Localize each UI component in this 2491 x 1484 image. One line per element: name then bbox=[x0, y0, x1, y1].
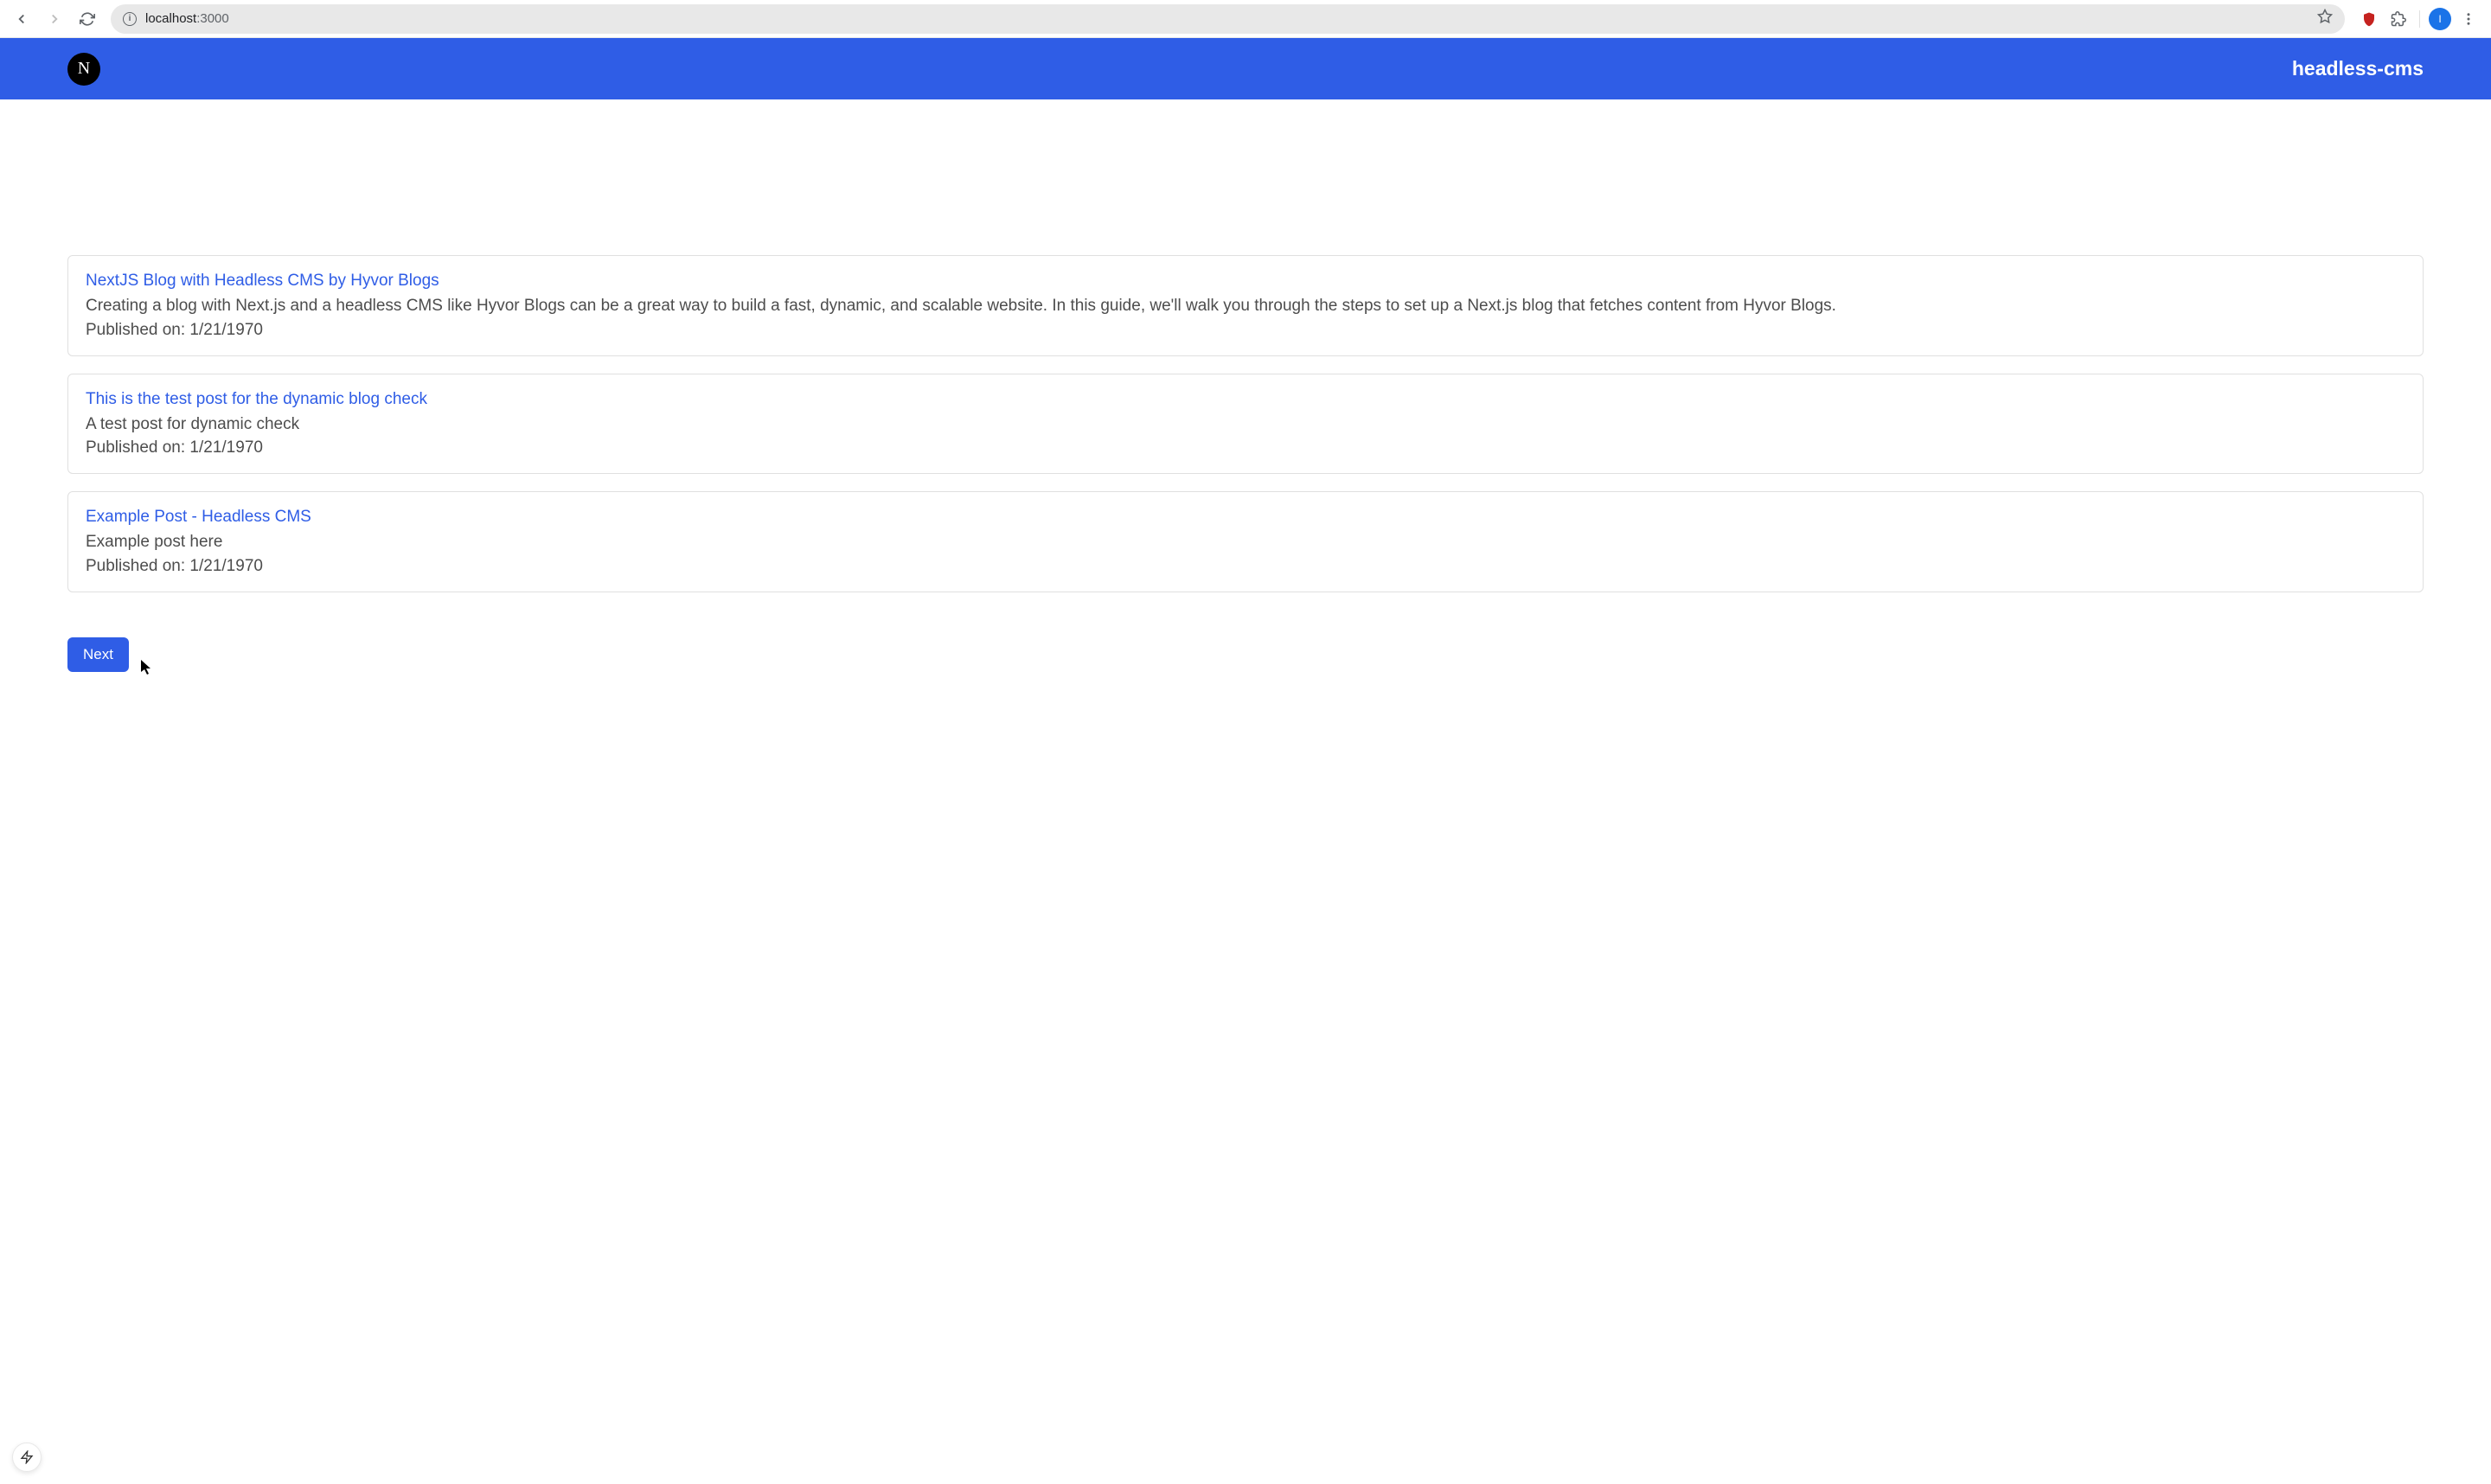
ublock-icon[interactable] bbox=[2357, 7, 2381, 31]
address-bar[interactable]: i localhost:3000 bbox=[111, 4, 2345, 34]
url-text: localhost:3000 bbox=[145, 11, 229, 26]
post-card: NextJS Blog with Headless CMS by Hyvor B… bbox=[67, 255, 2424, 356]
logo-letter: N bbox=[78, 59, 90, 79]
post-card: Example Post - Headless CMS Example post… bbox=[67, 491, 2424, 592]
post-title-link[interactable]: Example Post - Headless CMS bbox=[86, 508, 311, 527]
browser-chrome: i localhost:3000 I bbox=[0, 0, 2491, 38]
separator bbox=[2419, 10, 2420, 28]
chrome-right-controls: I bbox=[2353, 7, 2484, 31]
site-title: headless-cms bbox=[2292, 57, 2424, 80]
nextjs-logo[interactable]: N bbox=[67, 53, 100, 86]
post-card: This is the test post for the dynamic bl… bbox=[67, 374, 2424, 475]
post-description: Creating a blog with Next.js and a headl… bbox=[86, 294, 2405, 319]
main-content: NextJS Blog with Headless CMS by Hyvor B… bbox=[0, 99, 2491, 707]
menu-icon[interactable] bbox=[2456, 7, 2481, 31]
post-description: Example post here bbox=[86, 530, 2405, 555]
extensions-icon[interactable] bbox=[2386, 7, 2411, 31]
forward-button[interactable] bbox=[40, 4, 69, 34]
nextjs-dev-indicator[interactable] bbox=[12, 1442, 42, 1472]
post-description: A test post for dynamic check bbox=[86, 413, 2405, 438]
bookmark-star-icon[interactable] bbox=[2317, 9, 2333, 29]
post-published-date: Published on: 1/21/1970 bbox=[86, 557, 2405, 576]
reload-button[interactable] bbox=[73, 4, 102, 34]
post-title-link[interactable]: This is the test post for the dynamic bl… bbox=[86, 390, 427, 409]
info-icon: i bbox=[123, 12, 137, 26]
post-published-date: Published on: 1/21/1970 bbox=[86, 438, 2405, 457]
back-button[interactable] bbox=[7, 4, 36, 34]
app-header: N headless-cms bbox=[0, 38, 2491, 99]
post-title-link[interactable]: NextJS Blog with Headless CMS by Hyvor B… bbox=[86, 272, 439, 291]
next-button[interactable]: Next bbox=[67, 637, 129, 672]
profile-avatar[interactable]: I bbox=[2429, 8, 2451, 30]
post-published-date: Published on: 1/21/1970 bbox=[86, 321, 2405, 340]
